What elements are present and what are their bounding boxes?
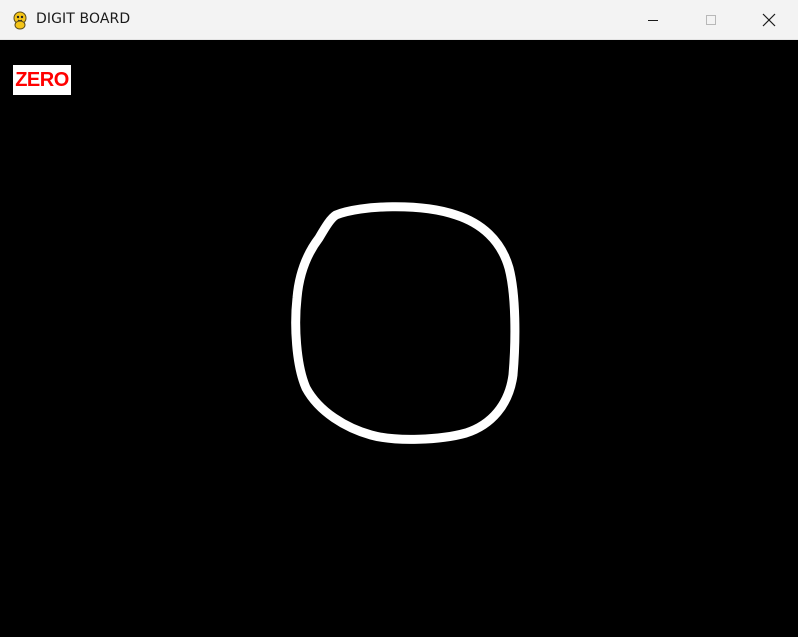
pygame-app-icon <box>10 10 30 30</box>
window-title: DIGIT BOARD <box>36 11 131 27</box>
title-bar[interactable]: DIGIT BOARD <box>0 0 798 40</box>
maximize-button[interactable] <box>682 0 740 40</box>
app-window: DIGIT BOARD ZERO <box>0 0 798 637</box>
drawn-zero-stroke <box>291 202 520 444</box>
drawing-canvas[interactable]: ZERO <box>1 40 797 636</box>
close-button[interactable] <box>740 0 798 40</box>
close-icon <box>762 13 776 27</box>
maximize-icon <box>706 15 716 25</box>
minimize-button[interactable] <box>624 0 682 40</box>
minimize-icon <box>648 20 658 21</box>
drawn-digit-stroke <box>291 202 520 444</box>
